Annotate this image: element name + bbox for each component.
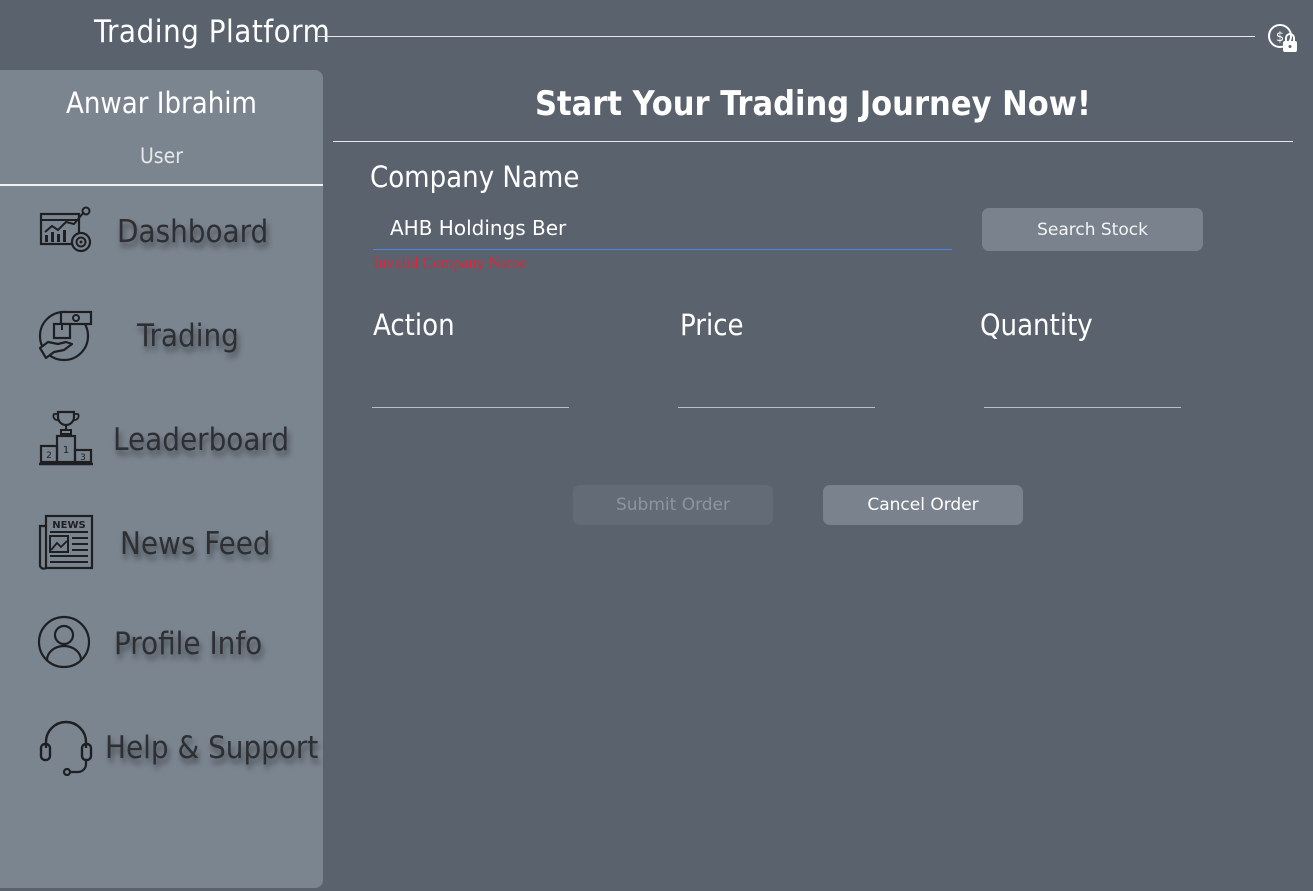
company-name-label: Company Name xyxy=(370,160,580,194)
user-name: Anwar Ibrahim xyxy=(66,86,257,120)
dollar-lock-icon[interactable]: $ xyxy=(1266,22,1300,54)
sidebar-item-help-support[interactable]: Help & Support xyxy=(0,714,323,794)
sidebar-item-label: Dashboard xyxy=(117,214,269,250)
svg-text:NEWS: NEWS xyxy=(52,520,85,531)
sidebar-divider xyxy=(0,184,323,186)
svg-text:1: 1 xyxy=(63,445,69,456)
page-title: Start Your Trading Journey Now! xyxy=(535,84,1091,124)
dashboard-chart-icon xyxy=(36,202,96,262)
quantity-field[interactable] xyxy=(984,368,1181,408)
action-field[interactable] xyxy=(372,368,569,408)
svg-text:2: 2 xyxy=(46,451,52,461)
price-field[interactable] xyxy=(678,368,875,408)
sidebar-item-news-feed[interactable]: NEWS News Feed xyxy=(0,510,323,590)
price-label: Price xyxy=(680,308,744,342)
user-profile-icon xyxy=(34,612,94,672)
search-stock-button[interactable]: Search Stock xyxy=(982,208,1203,251)
heading-divider xyxy=(333,141,1293,142)
user-role: User xyxy=(139,144,184,168)
title-divider xyxy=(318,36,1255,37)
svg-text:3: 3 xyxy=(80,453,86,463)
trading-hand-icon xyxy=(34,304,94,364)
sidebar-item-label: Trading xyxy=(137,318,239,354)
sidebar-item-label: Leaderboard xyxy=(113,422,290,458)
submit-order-button[interactable]: Submit Order xyxy=(573,485,773,525)
headset-icon xyxy=(36,716,96,777)
sidebar-item-dashboard[interactable]: Dashboard xyxy=(0,198,323,278)
sidebar-item-label: Help & Support xyxy=(105,730,319,766)
sidebar: Anwar Ibrahim User Dashboard Trading 1 2… xyxy=(0,70,323,888)
svg-text:$: $ xyxy=(1276,30,1284,45)
podium-trophy-icon: 1 2 3 xyxy=(36,408,96,468)
sidebar-item-trading[interactable]: Trading xyxy=(0,302,323,382)
sidebar-item-profile-info[interactable]: Profile Info xyxy=(0,610,323,690)
sidebar-item-leaderboard[interactable]: 1 2 3 Leaderboard xyxy=(0,406,323,486)
sidebar-item-label: Profile Info xyxy=(114,626,263,662)
cancel-order-button[interactable]: Cancel Order xyxy=(823,485,1023,525)
app-title: Trading Platform xyxy=(94,14,331,50)
company-error-message: Invalid Company Name xyxy=(373,255,527,272)
newspaper-icon: NEWS xyxy=(36,512,96,572)
sidebar-item-label: News Feed xyxy=(120,526,271,562)
company-name-input[interactable] xyxy=(373,206,952,250)
action-label: Action xyxy=(373,308,455,342)
quantity-label: Quantity xyxy=(980,308,1093,342)
